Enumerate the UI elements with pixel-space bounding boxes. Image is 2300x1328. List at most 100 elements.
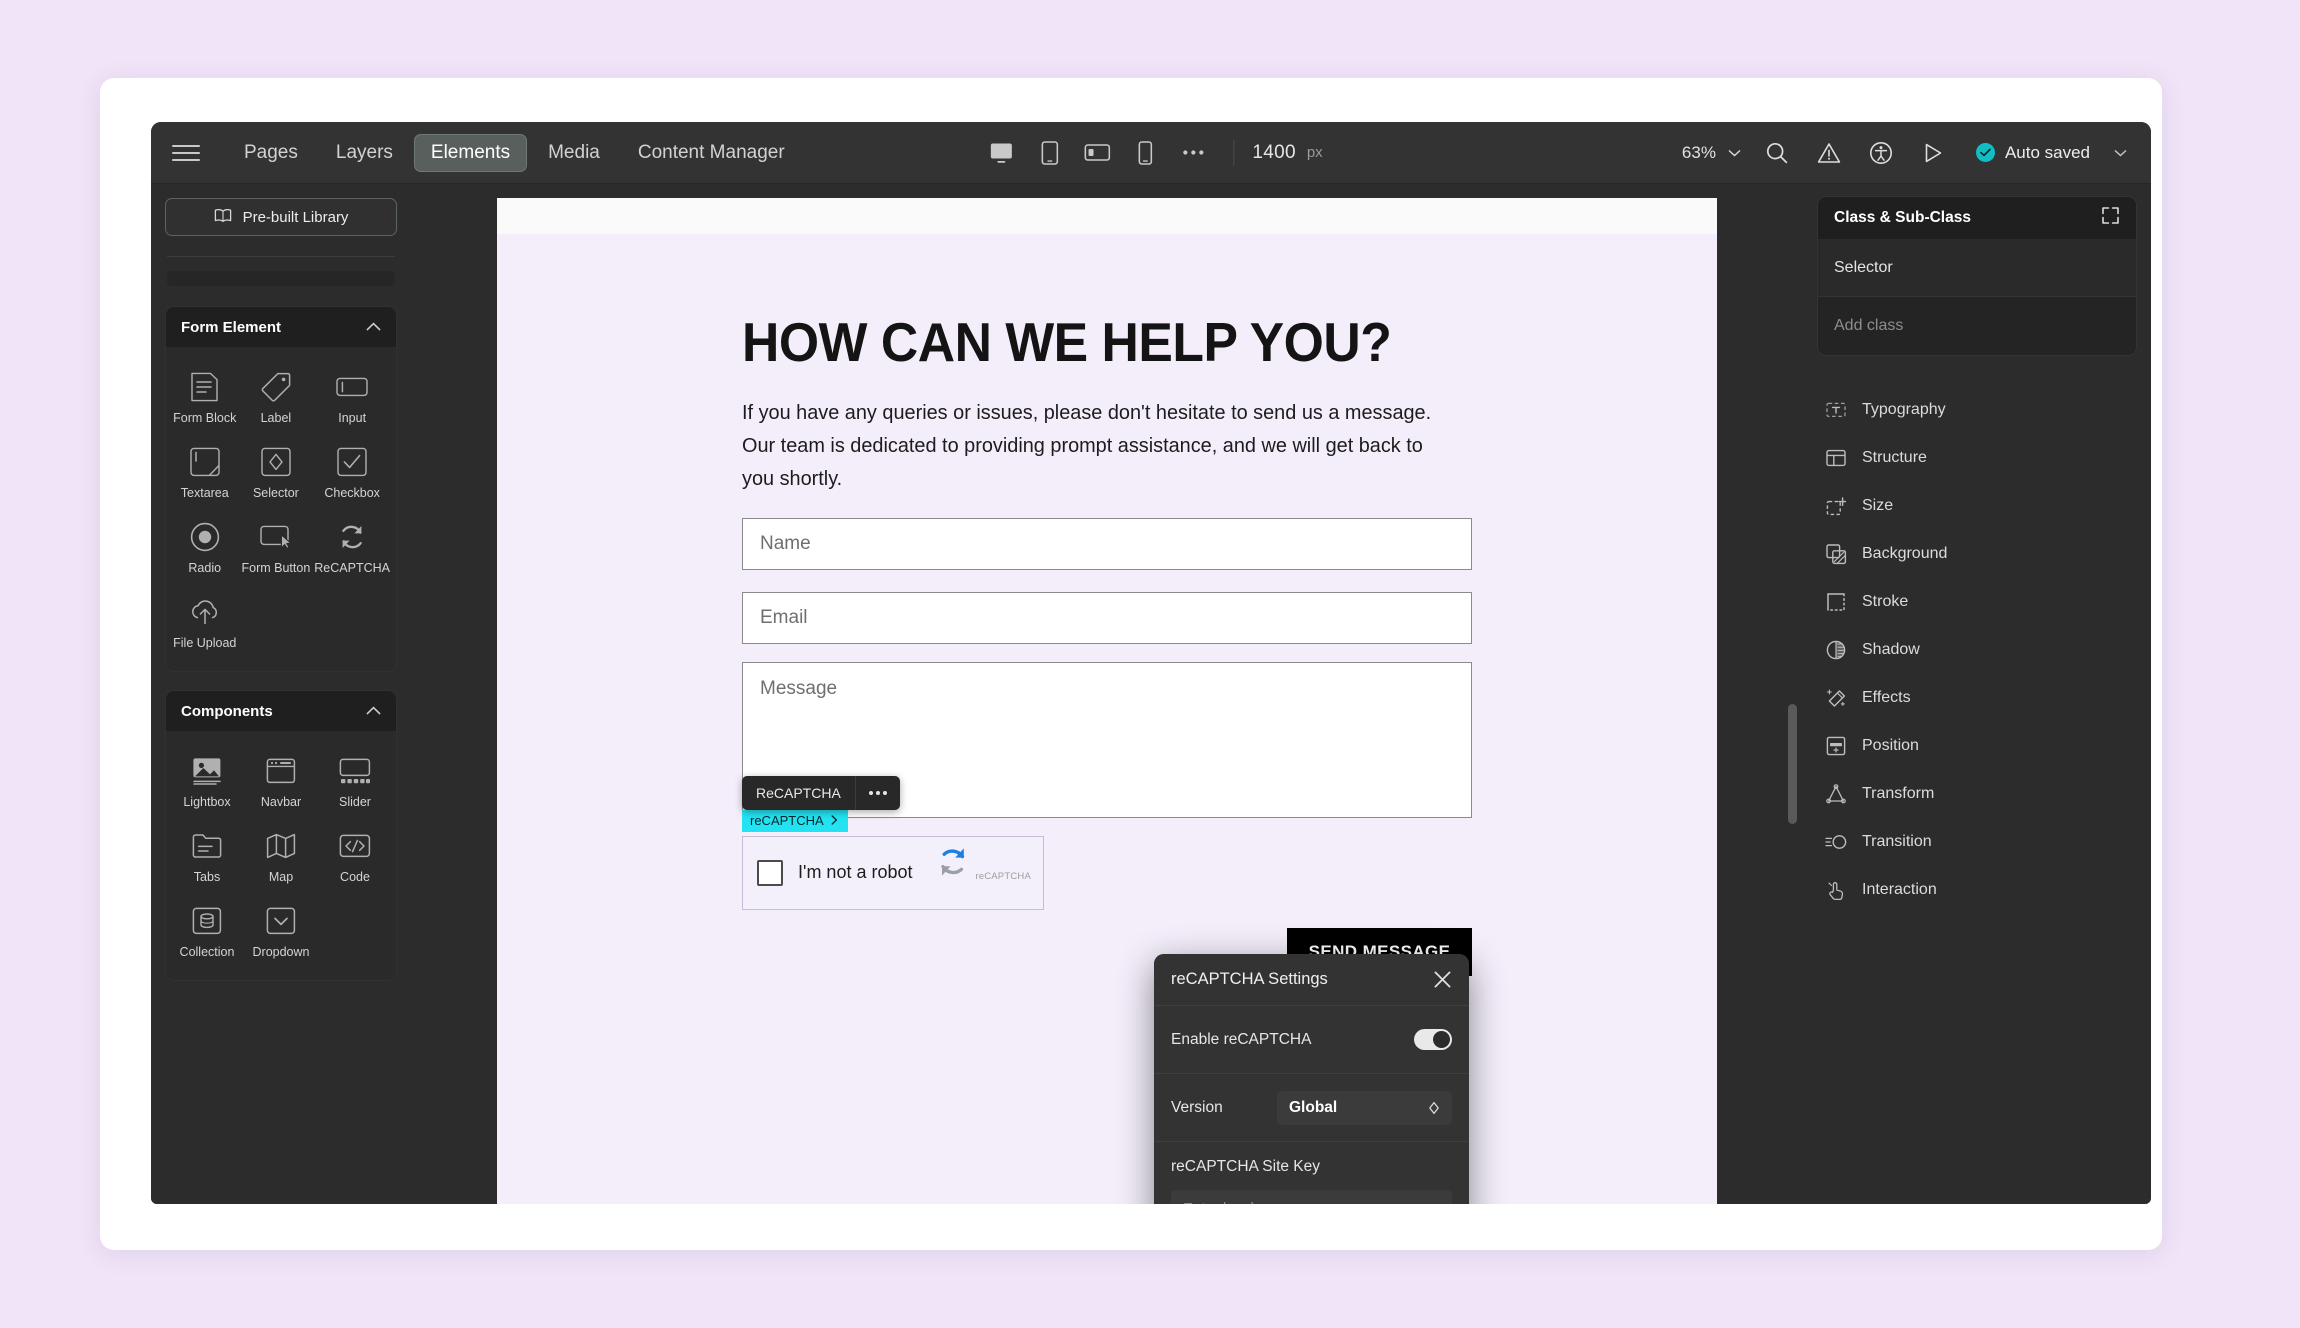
more-devices-icon[interactable] (1171, 133, 1215, 173)
desktop-icon[interactable] (979, 133, 1023, 173)
prop-transform[interactable]: Transform (1825, 770, 2151, 818)
component-lightbox[interactable]: Lightbox (170, 745, 244, 816)
prop-structure[interactable]: Structure (1825, 434, 2151, 482)
slider-icon (339, 754, 371, 788)
close-icon[interactable] (1433, 970, 1452, 989)
component-map[interactable]: Map (244, 820, 318, 891)
search-icon[interactable] (1754, 132, 1800, 174)
page-canvas[interactable]: HOW CAN WE HELP YOU? If you have any que… (497, 198, 1717, 1204)
style-property-list: Typography Structure Size Background Str… (1803, 386, 2151, 914)
version-row: Version Global (1154, 1074, 1469, 1142)
preview-play-icon[interactable] (1910, 132, 1956, 174)
interaction-icon (1825, 879, 1847, 901)
mobile-icon[interactable] (1123, 133, 1167, 173)
enable-recaptcha-toggle[interactable] (1414, 1029, 1452, 1050)
element-form-block-label: Form Block (173, 411, 237, 425)
save-status-label: Auto saved (2004, 142, 2090, 162)
prop-position[interactable]: Position (1825, 722, 2151, 770)
component-dropdown[interactable]: Dropdown (244, 895, 318, 966)
tab-media[interactable]: Media (531, 134, 617, 172)
tab-layers[interactable]: Layers (319, 134, 410, 172)
site-key-input[interactable]: Enter key here... (1171, 1190, 1452, 1204)
accessibility-icon[interactable] (1858, 132, 1904, 174)
chevron-up-icon[interactable] (366, 318, 381, 336)
canvas-width-unit: px (1306, 144, 1323, 161)
tab-elements[interactable]: Elements (413, 133, 528, 172)
element-input[interactable]: Input (312, 361, 392, 432)
prop-transform-label: Transform (1862, 785, 1935, 802)
selection-badge[interactable]: reCAPTCHA (742, 809, 848, 832)
prop-effects-label: Effects (1862, 689, 1911, 706)
element-form-button[interactable]: Form Button (240, 511, 313, 582)
component-navbar[interactable]: Navbar (244, 745, 318, 816)
element-input-label: Input (338, 411, 367, 425)
prop-background-label: Background (1862, 545, 1948, 562)
zoom-chevron-down-icon[interactable] (1722, 132, 1748, 174)
component-collection[interactable]: Collection (170, 895, 244, 966)
tab-pages[interactable]: Pages (227, 134, 315, 172)
element-recaptcha[interactable]: ReCAPTCHA (312, 511, 392, 582)
modal-title: reCAPTCHA Settings (1171, 970, 1328, 988)
prop-effects[interactable]: Effects (1825, 674, 2151, 722)
recaptcha-widget[interactable]: I'm not a robot reCAPTCHA (742, 835, 1044, 910)
element-textarea[interactable]: Textarea (170, 436, 240, 507)
tablet-icon[interactable] (1027, 133, 1071, 173)
element-label[interactable]: Label (240, 361, 313, 432)
updown-chevron-icon (1428, 1101, 1440, 1115)
prop-stroke[interactable]: Stroke (1825, 578, 2151, 626)
component-slider[interactable]: Slider (318, 745, 392, 816)
element-form-block[interactable]: Form Block (170, 361, 240, 432)
canvas-scrollbar[interactable] (1788, 704, 1797, 824)
element-context-label[interactable]: ReCAPTCHA (742, 775, 856, 810)
element-selector[interactable]: Selector (240, 436, 313, 507)
contact-section: HOW CAN WE HELP YOU? If you have any que… (742, 310, 1472, 976)
element-file-upload[interactable]: File Upload (170, 586, 240, 657)
email-input[interactable]: Email (742, 591, 1472, 644)
chevron-right-icon (831, 813, 838, 828)
section-components-header[interactable]: Components (166, 691, 396, 731)
left-elements-panel: Pre-built Library Form Element Form Bloc… (151, 184, 411, 1204)
component-tabs[interactable]: Tabs (170, 820, 244, 891)
prop-interaction[interactable]: Interaction (1825, 866, 2151, 914)
version-select[interactable]: Global (1277, 1090, 1452, 1125)
prop-typography[interactable]: Typography (1825, 386, 2151, 434)
typography-icon (1825, 399, 1847, 421)
warning-icon[interactable] (1806, 132, 1852, 174)
zoom-level[interactable]: 63% (1682, 143, 1716, 163)
input-field-icon (336, 370, 368, 404)
device-breakpoint-bar: 1400 px (979, 133, 1323, 173)
form-element-grid: Form Block Label Input Textarea Selector… (166, 347, 396, 671)
right-style-panel: Class & Sub-Class Selector Add class Typ… (1803, 184, 2151, 1204)
chevron-up-icon[interactable] (366, 702, 381, 720)
prop-structure-label: Structure (1862, 449, 1927, 466)
more-options-icon[interactable] (856, 776, 900, 810)
prop-background[interactable]: Background (1825, 530, 2151, 578)
section-form-element-header[interactable]: Form Element (166, 307, 396, 347)
section-form-element-title: Form Element (181, 318, 282, 336)
save-status-chip[interactable]: Auto saved (1962, 143, 2127, 163)
recaptcha-checkbox[interactable] (757, 859, 783, 886)
landscape-icon[interactable] (1075, 133, 1119, 173)
tab-content-manager[interactable]: Content Manager (621, 134, 802, 172)
hamburger-icon[interactable] (169, 140, 203, 166)
component-code[interactable]: Code (318, 820, 392, 891)
add-class-input[interactable]: Add class (1818, 297, 2136, 355)
panel-search-placeholder-bar[interactable] (167, 271, 395, 286)
pre-built-library-button[interactable]: Pre-built Library (165, 198, 397, 236)
expand-icon[interactable] (2101, 206, 2120, 230)
name-input[interactable]: Name (742, 517, 1472, 570)
element-checkbox[interactable]: Checkbox (312, 436, 392, 507)
element-recaptcha-label: ReCAPTCHA (314, 561, 390, 575)
canvas-area: HOW CAN WE HELP YOU? If you have any que… (411, 184, 1803, 1204)
save-status-chevron-icon[interactable] (2114, 149, 2127, 157)
component-navbar-label: Navbar (260, 795, 302, 809)
prop-size[interactable]: Size (1825, 482, 2151, 530)
prop-transition[interactable]: Transition (1825, 818, 2151, 866)
canvas-width-value[interactable]: 1400 (1252, 142, 1295, 164)
prop-stroke-label: Stroke (1862, 593, 1909, 610)
navbar-icon (266, 754, 296, 788)
element-radio[interactable]: Radio (170, 511, 240, 582)
prop-shadow[interactable]: Shadow (1825, 626, 2151, 674)
selector-row[interactable]: Selector (1818, 239, 2136, 297)
class-subclass-header: Class & Sub-Class (1818, 197, 2136, 239)
